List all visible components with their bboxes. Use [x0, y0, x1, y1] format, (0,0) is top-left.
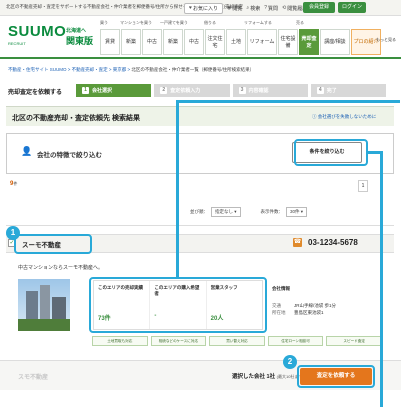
nav-equipment[interactable]: 住宅設備 [278, 29, 298, 55]
region-switch-link[interactable]: 北海道へ [66, 27, 96, 34]
step-input: 2 査定依頼入力 [154, 84, 230, 97]
feature-tag: 土地買取も対応 [92, 336, 148, 346]
tips-link[interactable]: ⓘ 会社選びを失敗しないために [312, 114, 376, 120]
company-phone: 03-1234-5678 [308, 238, 358, 247]
per-page-select[interactable]: 30件 ▾ [286, 207, 308, 217]
top-utility-bar: 北区の不動産売却・査定をサポートする不動産会社・仲介業者を郵便番号/住所から探せ… [0, 0, 401, 16]
nav-custom-house[interactable]: 注文住宅 [205, 29, 225, 55]
info-row: 所在地 豊島区東池袋1 [272, 310, 324, 315]
page-title: 北区の不動産売却・査定依頼先 検索結果 [12, 115, 140, 122]
feature-tags: 土地買取も対応 相続などのケースに対応 買い替え対応 住宅ローン相談可 スピード… [92, 336, 382, 346]
sort-controls: 並び順： 指定なし ▾ 表示件数： 30件 ▾ [190, 207, 308, 217]
step-select-company: 1 会社選択 [76, 84, 152, 97]
annotation-badge-1: 1 [6, 226, 20, 240]
breadcrumb-link[interactable]: 不動産売却・査定 [72, 67, 108, 72]
breadcrumb-current: 北区の不動産会社・仲介業者一覧（郵便番号/住所検索結果） [131, 67, 255, 72]
nav-category-label: リフォームする [244, 20, 272, 25]
connector-line [176, 100, 400, 103]
nav-category-label: 買う [100, 20, 108, 25]
favorites-link[interactable]: ♥ お気に入り [184, 2, 223, 14]
sort-label: 並び順： [190, 209, 208, 214]
selected-count: 選択した会社 1社 (最大10社まで) [232, 374, 304, 380]
site-header: SUUMO RECRUIT 北海道へ 関東版 買う マンションを買う 一戸建てを… [0, 17, 401, 59]
step-confirm: 3 内容確認 [232, 84, 308, 97]
question-icon: ? [264, 5, 267, 11]
search-link[interactable]: ⌕ 検索 [246, 5, 260, 12]
per-page-label: 表示件数： [260, 209, 284, 214]
login-button[interactable]: ログイン [338, 2, 366, 13]
company-info-heading: 会社情報 [272, 286, 290, 291]
faded-company-name: スモ不動産 [18, 375, 49, 381]
step-complete: 4 完了 [310, 84, 386, 97]
nav-category-label: 一戸建てを買う [160, 20, 188, 25]
feature-tag: 住宅ローン相談可 [267, 336, 324, 346]
nav-used-house[interactable]: 中古 [184, 29, 204, 55]
nav-category-label: マンションを買う [120, 20, 152, 25]
annotation-badge-2: 2 [283, 355, 297, 369]
nav-category-label: 売る [296, 20, 304, 25]
region-selector[interactable]: 北海道へ 関東版 [66, 27, 96, 47]
connector-line [380, 151, 383, 407]
sort-select[interactable]: 指定なし ▾ [211, 207, 241, 217]
steps-title: 売却査定を依頼する [8, 90, 63, 96]
connector-line [176, 100, 179, 277]
feature-tag: スピード査定 [326, 336, 382, 346]
register-button[interactable]: 会員登録 [303, 2, 335, 13]
nav-category-labels: 買う マンションを買う 一戸建てを買う 借りる リフォームする 売る [100, 20, 304, 28]
highlight-stats [89, 277, 267, 333]
eye-icon: ◉ [226, 5, 232, 11]
pager-page-1[interactable]: 1 [358, 180, 368, 192]
person-icon: 👤 [21, 146, 33, 156]
viewed-link[interactable]: ◉ 閲覧 [227, 5, 242, 12]
breadcrumb-link[interactable]: 不動産・住宅サイト SUUMO [8, 67, 67, 72]
breadcrumb: 不動産・住宅サイト SUUMO > 不動産売却・査定 > 東京都 > 北区の不動… [8, 67, 255, 72]
phone-icon: ☎ [293, 238, 302, 247]
company-info: 会社情報 交通 JR山手線/池袋 歩1分 所在地 豊島区東池袋1 [272, 285, 392, 316]
result-count: 9件 [10, 181, 18, 187]
nav-rent[interactable]: 賃貸 [100, 29, 120, 55]
nav-more-link[interactable]: もっと見る [376, 37, 396, 43]
info-row: 交通 JR山手線/池袋 歩1分 [272, 303, 337, 308]
company-description: 中古マンションならスーモ不動産へ。 [18, 265, 104, 271]
filter-label: 会社の特徴で絞り込む [37, 152, 102, 159]
nav-new-mansion[interactable]: 新築 [121, 29, 141, 55]
utility-links: ♥ お気に入り ◉ 閲覧 ⌕ 検索 ? 質問 ⟲ 閲覧履歴 [184, 2, 307, 14]
nav-seminar[interactable]: 講座/相談 [320, 29, 350, 55]
search-icon: ⌕ [246, 5, 250, 11]
progress-steps: 1 会社選択 2 査定依頼入力 3 内容確認 4 完了 [76, 84, 386, 97]
highlight-filter-button [294, 139, 368, 166]
nav-land[interactable]: 土地 [226, 29, 246, 55]
nav-sale-appraisal[interactable]: 売却査定 [299, 29, 319, 55]
nav-main: 賃貸 新築 中古 新築 中古 注文住宅 土地 リフォーム 住宅設備 売却査定 講… [100, 29, 381, 55]
breadcrumb-link[interactable]: 東京都 [113, 67, 127, 72]
feature-tag: 買い替え対応 [209, 336, 265, 346]
nav-category-label: 借りる [204, 20, 216, 25]
company-photo [18, 279, 70, 331]
nav-new-house[interactable]: 新築 [163, 29, 183, 55]
highlight-request-button [297, 365, 375, 388]
nav-used-mansion[interactable]: 中古 [142, 29, 162, 55]
feature-tag: 相続などのケースに対応 [150, 336, 207, 346]
suumo-logo[interactable]: SUUMO [8, 23, 66, 40]
logo-subtext: RECRUIT [8, 41, 26, 46]
results-title-band: 北区の不動産売却・査定依頼先 検索結果 ⓘ 会社選びを失敗しないために [6, 106, 394, 126]
history-icon: ⟲ [282, 5, 287, 11]
region-label: 関東版 [66, 36, 94, 46]
question-link[interactable]: ? 質問 [264, 5, 278, 12]
divider [6, 225, 394, 226]
heart-icon: ♥ [189, 5, 192, 11]
nav-reform[interactable]: リフォーム [247, 29, 277, 55]
highlight-company-name [14, 234, 92, 254]
